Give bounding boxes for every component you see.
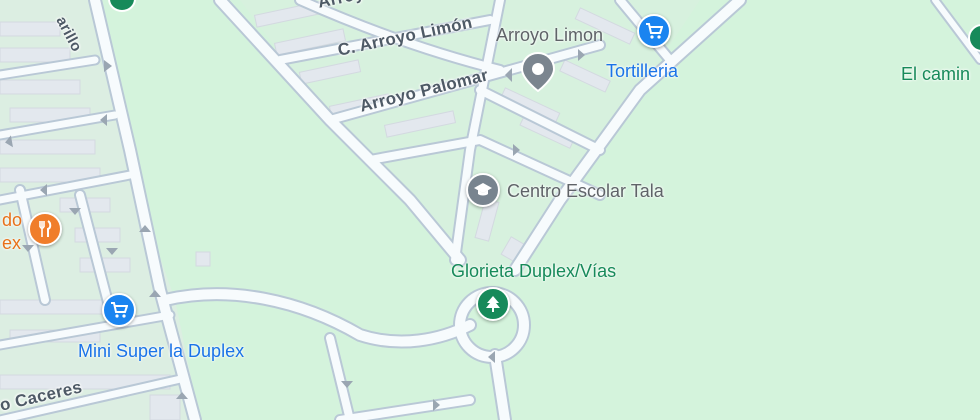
place-label-arroyo-limon[interactable]: Arroyo Limon [496, 26, 603, 44]
graduation-cap-icon[interactable] [466, 173, 500, 207]
place-label-centro-escolar[interactable]: Centro Escolar Tala [507, 182, 664, 200]
place-label-restaurant-line1[interactable]: do [2, 211, 22, 229]
tree-icon[interactable] [476, 287, 510, 321]
map-canvas[interactable]: Arroyo C. Arroyo Limón Arroyo Palomar o … [0, 0, 980, 420]
fork-knife-icon[interactable] [28, 212, 62, 246]
place-label-tortilleria[interactable]: Tortilleria [606, 62, 678, 80]
place-label-mini-super[interactable]: Mini Super la Duplex [78, 342, 244, 360]
shopping-cart-icon[interactable] [637, 14, 671, 48]
shopping-cart-icon[interactable] [102, 293, 136, 327]
place-label-el-camino[interactable]: El camin [901, 65, 970, 83]
place-label-glorieta[interactable]: Glorieta Duplex/Vías [451, 262, 616, 280]
place-label-restaurant-line2[interactable]: ex [2, 234, 21, 252]
place-pin-icon[interactable] [520, 51, 556, 97]
